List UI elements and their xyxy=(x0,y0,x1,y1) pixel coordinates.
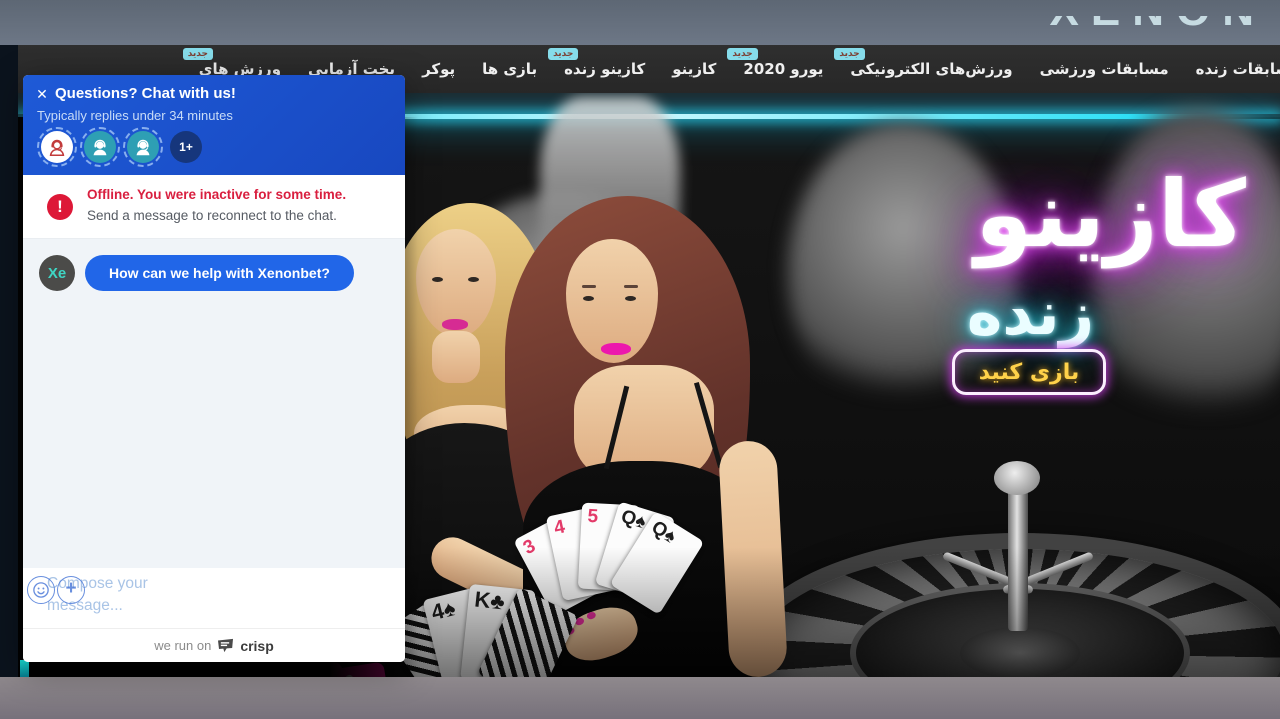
chat-reply-time: Typically replies under 34 minutes xyxy=(37,108,391,123)
offline-message: Offline. You were inactive for some time… xyxy=(87,187,391,202)
quick-reply-button[interactable]: How can we help with Xenonbet? xyxy=(85,255,354,291)
bot-avatar: Xe xyxy=(39,255,75,291)
screen: XENON مسابقات زنده مسابقات ورزشی جدید ور… xyxy=(0,0,1280,719)
page-left-edge xyxy=(0,45,18,677)
chat-messages-area: Xe How can we help with Xenonbet? xyxy=(23,239,405,568)
attach-icon[interactable]: + xyxy=(57,576,85,604)
headset-person-icon xyxy=(132,136,154,158)
bot-message-row: Xe How can we help with Xenonbet? xyxy=(39,255,389,291)
close-icon[interactable]: ✕ xyxy=(34,86,50,102)
new-badge: جدید xyxy=(548,48,578,61)
nav-item-games[interactable]: بازی ها xyxy=(482,60,537,79)
warning-icon: ! xyxy=(47,194,73,220)
offline-hint: Send a message to reconnect to the chat. xyxy=(87,208,391,223)
nav-item-live-matches[interactable]: مسابقات زنده xyxy=(1196,60,1280,79)
headset-person-icon xyxy=(89,136,111,158)
emoji-icon[interactable] xyxy=(27,576,55,604)
nav-item-casino[interactable]: کازینو xyxy=(672,60,716,79)
operator-avatars: 1+ xyxy=(37,127,206,167)
avatar-overflow-count: 1+ xyxy=(170,131,202,163)
footer-text: we run on xyxy=(154,638,211,653)
chat-title: Questions? Chat with us! xyxy=(55,85,391,102)
site-logo-text: XENON xyxy=(1050,16,1266,36)
offline-banner: ! Offline. You were inactive for some ti… xyxy=(23,175,405,239)
nav-item-live-casino[interactable]: جدید کازینو زنده xyxy=(564,60,645,79)
chat-footer: we run on crisp xyxy=(23,628,405,662)
new-badge: جدید xyxy=(727,48,757,61)
hero-play-button[interactable]: بازی کنید xyxy=(952,349,1106,395)
site-logo-clipped: XENON xyxy=(1016,16,1266,45)
new-badge: جدید xyxy=(183,48,213,61)
crisp-logo-icon xyxy=(217,638,234,653)
auburn-lips xyxy=(601,343,631,355)
crisp-brand-text[interactable]: crisp xyxy=(240,638,273,654)
nav-item-sports-matches[interactable]: مسابقات ورزشی xyxy=(1040,60,1169,79)
operator-avatar xyxy=(127,131,159,163)
headset-person-icon xyxy=(46,136,68,158)
blonde-lips xyxy=(442,319,468,330)
nav-item-esports[interactable]: جدید ورزش‌های الکترونیکی xyxy=(850,60,1012,79)
operator-avatar xyxy=(84,131,116,163)
hero-neon-title: کازینو xyxy=(943,161,1278,268)
hero-neon-subtitle: زنده xyxy=(933,279,1128,349)
desktop-top-band: XENON xyxy=(0,0,1280,45)
chat-widget: ✕ Questions? Chat with us! Typically rep… xyxy=(23,75,405,662)
nav-item-poker[interactable]: پوکر xyxy=(422,60,455,79)
desktop-bottom-band xyxy=(0,677,1280,719)
operator-avatar xyxy=(41,131,73,163)
chat-header: ✕ Questions? Chat with us! Typically rep… xyxy=(23,75,405,175)
nav-item-euro-2020[interactable]: جدید یورو 2020 xyxy=(743,60,823,79)
compose-area: Compose your message... + xyxy=(23,568,405,628)
new-badge: جدید xyxy=(834,48,864,61)
teal-neon-fragment xyxy=(20,660,29,677)
crowd-figure xyxy=(1093,108,1280,438)
